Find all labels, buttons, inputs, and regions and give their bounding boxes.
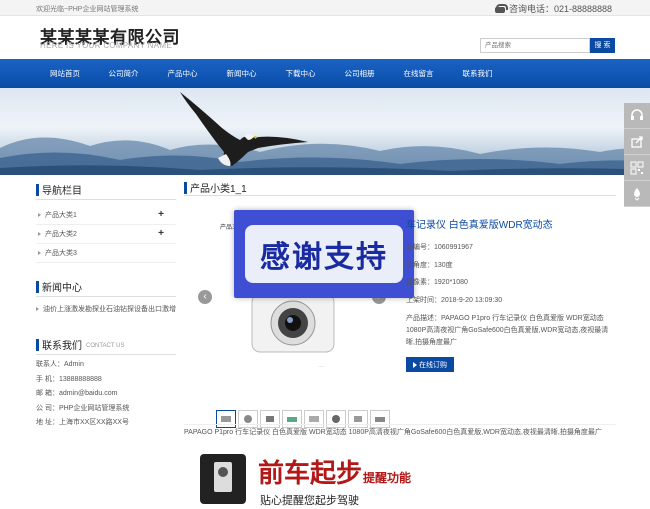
contact-company: 公 司：PHP企业网站管理系统 [36, 404, 130, 412]
triangle-icon [36, 307, 39, 311]
product-title: 车记录仪 白色真爱版WDR宽动态 [406, 220, 553, 231]
product-code: 品编号：1060991967 [406, 244, 473, 251]
sidebar: 导航栏目 产品大类1 + 产品大类2 + 产品大类3 新闻中心 油价上涨激发勘探… [36, 180, 176, 431]
page-title: 产品小类1_1 [184, 180, 616, 196]
top-bar: 欢迎光临~PHP企业网站管理系统 咨询电话：021-88888888 [0, 0, 650, 16]
category-item[interactable]: 产品大类1 + [36, 206, 176, 225]
main-content: 产品小类1_1 产品五面展示 ···· ‹ › 感谢支持 车记录仪 白 [184, 180, 616, 507]
order-online-button[interactable]: 在线订购 [406, 357, 454, 372]
qrcode-button[interactable] [624, 155, 650, 181]
header: 某某某某有限公司 HERE IS YOUR COMPANY NAME 搜 索 [0, 16, 650, 59]
promo-tag: 提醒功能 [363, 470, 411, 485]
product-full-description: PAPAGO P1pro 行车记录仪 白色真爱版 WDR宽动态 1080P高清夜… [184, 424, 616, 437]
customer-service-button[interactable] [624, 103, 650, 129]
expand-icon[interactable]: + [158, 228, 164, 239]
contact-section-title: 联系我们 CONTACT US [36, 335, 176, 355]
thanks-popup: 感谢支持 [234, 210, 414, 298]
play-icon [413, 361, 417, 368]
product-desc: 产品描述：PAPAGO P1pro 行车记录仪 白色真爱版 WDR宽动态 108… [406, 315, 609, 346]
contact-mobile: 手 机：13888888888 [36, 375, 102, 383]
triangle-icon [38, 232, 41, 236]
expand-icon[interactable]: + [158, 209, 164, 220]
nav-item-products[interactable]: 产品中心 [153, 59, 212, 88]
nav-item-album[interactable]: 公司相册 [330, 59, 389, 88]
share-button[interactable] [624, 129, 650, 155]
nav-item-downloads[interactable]: 下载中心 [271, 59, 330, 88]
search-input[interactable] [480, 38, 590, 53]
triangle-icon [38, 251, 41, 255]
hotline-text: 咨询电话：021-88888888 [508, 4, 612, 14]
rocket-icon [634, 187, 640, 201]
category-item[interactable]: 产品大类3 [36, 244, 176, 263]
hotline: 咨询电话：021-88888888 [494, 2, 612, 15]
triangle-icon [38, 213, 41, 217]
product-date: 上架时间：2018-9-20 13:09:30 [406, 296, 503, 304]
nav-item-message[interactable]: 在线留言 [389, 59, 448, 88]
side-toolbar [624, 103, 650, 207]
product-info: 车记录仪 白色真爱版WDR宽动态 品编号：1060991967 摄角度：130度… [406, 216, 616, 372]
welcome-text: 欢迎光临~PHP企业网站管理系统 [36, 6, 139, 13]
back-to-top-button[interactable] [624, 181, 650, 207]
headset-icon [631, 108, 643, 120]
banner-art [0, 92, 650, 175]
nav-item-home[interactable]: 网站首页 [36, 59, 94, 88]
share-icon [631, 135, 643, 148]
news-item[interactable]: 油价上涨激发勘探业石油钻探设备出口激增 [36, 297, 176, 315]
product-pixels: 摄像素：1920*1080 [406, 279, 468, 286]
main-nav: 网站首页 公司简介 产品中心 新闻中心 下载中心 公司相册 在线留言 联系我们 [0, 59, 650, 88]
promo-art: 前车起步 提醒功能 贴心提醒您起步驾驶 [200, 454, 411, 507]
nav-item-news[interactable]: 新闻中心 [212, 59, 271, 88]
contact-address: 地 址：上海市XX区XX路XX号 [36, 419, 129, 426]
phone-icon [494, 4, 508, 13]
nav-item-about[interactable]: 公司简介 [94, 59, 153, 88]
contact-person: 联系人：Admin [36, 361, 84, 368]
qrcode-icon [630, 161, 644, 174]
banner-image [0, 88, 650, 175]
news-section-title: 新闻中心 [36, 277, 176, 297]
thanks-text: 感谢支持 [245, 225, 403, 283]
prev-arrow-icon[interactable]: ‹ [198, 290, 212, 304]
promo-headline: 前车起步 [258, 458, 362, 488]
contact-email: 邮 箱：admin@baidu.com [36, 390, 118, 397]
product-angle: 摄角度：130度 [406, 261, 453, 269]
nav-item-contact[interactable]: 联系我们 [448, 59, 507, 88]
svg-text:····: ···· [318, 364, 325, 370]
promo-image: 前车起步 提醒功能 贴心提醒您起步驾驶 [198, 452, 498, 509]
nav-section-title: 导航栏目 [36, 180, 176, 200]
category-item[interactable]: 产品大类2 + [36, 225, 176, 244]
company-name-en: HERE IS YOUR COMPANY NAME [40, 41, 172, 50]
search-button[interactable]: 搜 索 [590, 38, 615, 53]
promo-sub: 贴心提醒您起步驾驶 [260, 493, 359, 507]
